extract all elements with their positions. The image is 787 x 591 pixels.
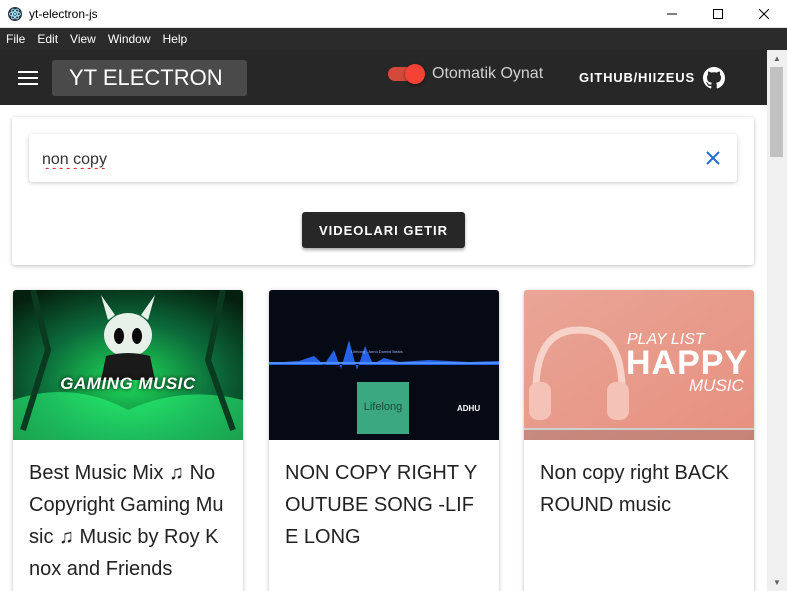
window-titlebar: yt-electron-js (0, 0, 787, 28)
autoplay-label: Otomatik Oynat (432, 65, 544, 82)
app-brand-title: YT ELECTRON (52, 59, 247, 96)
menu-bar: File Edit View Window Help (0, 28, 787, 50)
fetch-videos-button[interactable]: VIDEOLARI GETIR (302, 212, 465, 248)
search-field (29, 134, 737, 182)
github-link-label: GITHUB/HIIZEUS (579, 70, 695, 85)
main-content: VIDEOLARI GETIR (0, 105, 767, 591)
clear-search-icon[interactable] (703, 148, 723, 168)
video-card[interactable]: GAMING MUSIC Best Music Mix ♫ No Copyrig… (13, 290, 243, 591)
scroll-up-arrow-icon[interactable]: ▲ (767, 50, 787, 67)
video-title[interactable]: Non copy right BACKROUND music (524, 440, 754, 521)
video-title[interactable]: NON COPY RIGHT YOUTUBE SONG -LIFE LONG (269, 440, 499, 553)
video-card[interactable]: PLAY LIST HAPPY MUSIC Non copy right BAC… (524, 290, 754, 591)
thumbnail-small-text: Lifelong - Anno Domini Beats (351, 349, 403, 354)
search-card: VIDEOLARI GETIR (12, 117, 754, 265)
search-input[interactable] (40, 148, 684, 172)
github-icon (702, 66, 725, 88)
thumbnail-text: Lifelong (363, 401, 403, 413)
window-title: yt-electron-js (29, 6, 98, 21)
scroll-down-arrow-icon[interactable]: ▼ (767, 574, 787, 591)
menu-file[interactable]: File (0, 28, 31, 50)
github-link[interactable]: GITHUB/HIIZEUS (579, 50, 725, 105)
video-thumbnail[interactable]: PLAY LIST HAPPY MUSIC (524, 290, 754, 440)
menu-help[interactable]: Help (157, 28, 194, 50)
electron-app-icon (7, 6, 23, 22)
autoplay-switch-thumb (405, 64, 425, 84)
menu-window[interactable]: Window (102, 28, 157, 50)
minimize-button[interactable] (649, 0, 695, 28)
thumbnail-text-music: MUSIC (689, 376, 744, 395)
thumbnail-corner-text: ADHU (457, 404, 481, 413)
video-card[interactable]: Lifelong - Anno Domini Beats Lifelong AD… (269, 290, 499, 591)
close-window-button[interactable] (741, 0, 787, 28)
autoplay-switch[interactable] (388, 64, 425, 84)
hamburger-menu-icon[interactable] (18, 70, 38, 85)
video-thumbnail[interactable]: Lifelong - Anno Domini Beats Lifelong AD… (269, 290, 499, 440)
video-thumbnail[interactable]: GAMING MUSIC (13, 290, 243, 440)
menu-edit[interactable]: Edit (31, 28, 64, 50)
app-header: YT ELECTRON Otomatik Oynat GITHUB/HIIZEU… (0, 50, 767, 105)
vertical-scrollbar[interactable]: ▲ ▼ (767, 50, 787, 591)
scrollbar-thumb[interactable] (770, 67, 783, 157)
menu-view[interactable]: View (64, 28, 102, 50)
maximize-button[interactable] (695, 0, 741, 28)
autoplay-toggle[interactable]: Otomatik Oynat (388, 64, 544, 84)
video-title[interactable]: Best Music Mix ♫ No Copyright Gaming Mus… (13, 440, 243, 585)
thumbnail-text: GAMING MUSIC (60, 374, 196, 393)
